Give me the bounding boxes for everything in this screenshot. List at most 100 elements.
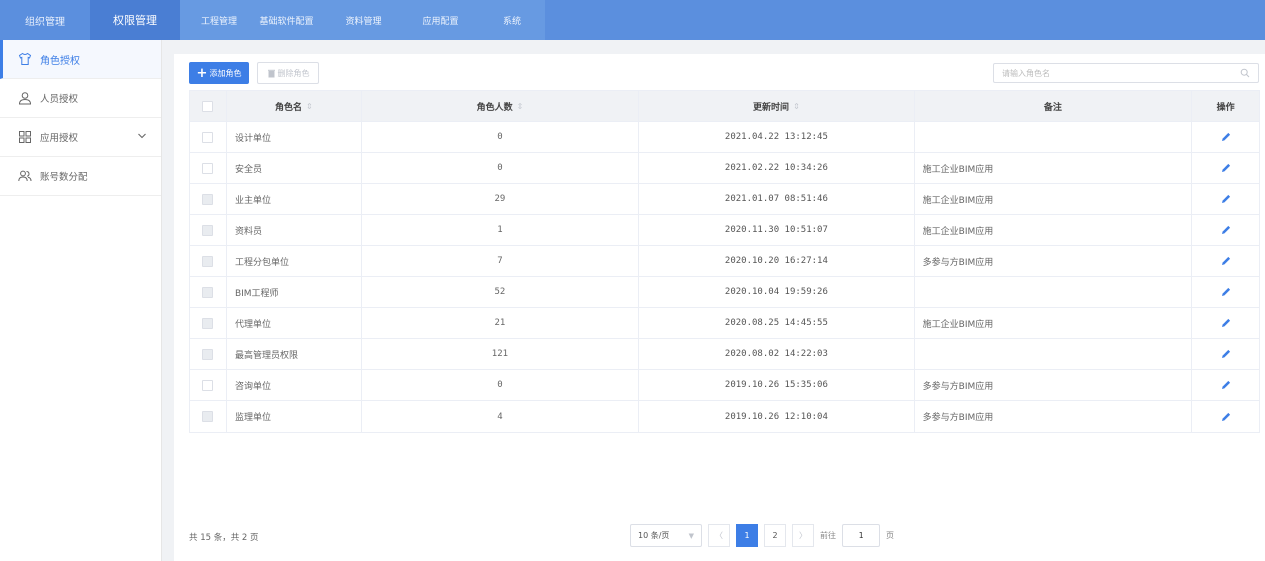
nav-app-config[interactable]: 应用配置 bbox=[402, 0, 479, 40]
row-checkbox[interactable] bbox=[202, 193, 214, 205]
edit-icon[interactable] bbox=[1220, 224, 1232, 236]
cell-role-name: 资料员 bbox=[227, 215, 362, 245]
cell-note: 施工企业BIM应用 bbox=[915, 153, 1193, 183]
cell-role-count: 0 bbox=[362, 153, 640, 183]
nav-org-management[interactable]: 组织管理 bbox=[0, 0, 90, 40]
column-header-time[interactable]: 更新时间 ⇕ bbox=[639, 91, 915, 121]
column-header-count[interactable]: 角色人数 ⇕ bbox=[362, 91, 640, 121]
next-page-button[interactable]: 〉 bbox=[792, 524, 814, 547]
row-checkbox-cell bbox=[190, 122, 227, 152]
column-header-name-label: 角色名 bbox=[274, 102, 302, 113]
edit-icon[interactable] bbox=[1220, 317, 1232, 329]
edit-icon[interactable] bbox=[1220, 193, 1232, 205]
row-checkbox[interactable] bbox=[202, 317, 214, 329]
row-checkbox-cell bbox=[190, 246, 227, 276]
cell-note: 施工企业BIM应用 bbox=[915, 308, 1193, 338]
goto-page-input[interactable] bbox=[842, 524, 880, 547]
column-header-name[interactable]: 角色名 ⇕ bbox=[227, 91, 362, 121]
pagination-total: 共 15 条，共 2 页 bbox=[189, 533, 259, 543]
column-header-note: 备注 bbox=[915, 91, 1193, 121]
edit-icon[interactable] bbox=[1220, 131, 1232, 143]
cell-role-count: 4 bbox=[362, 401, 640, 432]
chevron-left-icon: 〈 bbox=[715, 531, 723, 540]
role-search-input[interactable] bbox=[1002, 68, 1240, 78]
nav-project-management[interactable]: 工程管理 bbox=[190, 0, 248, 40]
sort-icon[interactable]: ⇕ bbox=[306, 102, 313, 111]
edit-icon[interactable] bbox=[1220, 255, 1232, 267]
edit-icon[interactable] bbox=[1220, 348, 1232, 360]
edit-icon[interactable] bbox=[1220, 379, 1232, 391]
table-row: 业主单位 29 2021.01.07 08:51:46 施工企业BIM应用 bbox=[190, 184, 1259, 215]
table-row: 监理单位 4 2019.10.26 12:10:04 多参与方BIM应用 bbox=[190, 401, 1259, 432]
cell-role-name: 安全员 bbox=[227, 153, 362, 183]
cell-op bbox=[1192, 339, 1259, 369]
cell-update-time: 2020.10.20 16:27:14 bbox=[639, 246, 915, 276]
row-checkbox[interactable] bbox=[202, 286, 214, 298]
cell-op bbox=[1192, 215, 1259, 245]
table-row: 安全员 0 2021.02.22 10:34:26 施工企业BIM应用 bbox=[190, 153, 1259, 184]
cell-op bbox=[1192, 184, 1259, 214]
cell-role-count: 52 bbox=[362, 277, 640, 307]
cell-op bbox=[1192, 308, 1259, 338]
row-checkbox[interactable] bbox=[202, 348, 214, 360]
row-checkbox[interactable] bbox=[202, 379, 214, 391]
add-role-label: 添加角色 bbox=[209, 68, 242, 78]
sort-icon[interactable]: ⇕ bbox=[517, 102, 524, 111]
row-checkbox[interactable] bbox=[202, 131, 214, 143]
users-icon bbox=[18, 169, 32, 183]
cell-role-count: 21 bbox=[362, 308, 640, 338]
top-navigation: 组织管理 权限管理 工程管理 基础软件配置 资料管理 应用配置 系统 bbox=[0, 0, 1265, 40]
table-row: BIM工程师 52 2020.10.04 19:59:26 bbox=[190, 277, 1259, 308]
cell-role-name: 咨询单位 bbox=[227, 370, 362, 400]
delete-role-label: 删除角色 bbox=[277, 68, 310, 78]
delete-role-button[interactable]: 删除角色 bbox=[257, 62, 319, 84]
sort-icon[interactable]: ⇕ bbox=[793, 102, 800, 111]
column-header-count-label: 角色人数 bbox=[476, 102, 513, 113]
sidebar-item-account-allocation[interactable]: 账号数分配 bbox=[0, 157, 161, 196]
sidebar-item-label: 账号数分配 bbox=[40, 172, 88, 183]
table-row: 最高管理员权限 121 2020.08.02 14:22:03 bbox=[190, 339, 1259, 370]
add-role-button[interactable]: + 添加角色 bbox=[189, 62, 249, 84]
sidebar-item-app-auth[interactable]: 应用授权 bbox=[0, 118, 161, 157]
prev-page-button[interactable]: 〈 bbox=[708, 524, 730, 547]
page-size-select[interactable]: 10 条/页 ▼ bbox=[630, 524, 702, 547]
edit-icon[interactable] bbox=[1220, 162, 1232, 174]
table-row: 代理单位 21 2020.08.25 14:45:55 施工企业BIM应用 bbox=[190, 308, 1259, 339]
cell-role-count: 0 bbox=[362, 122, 640, 152]
row-checkbox[interactable] bbox=[202, 162, 214, 174]
nav-system[interactable]: 系统 bbox=[479, 0, 545, 40]
shirt-icon bbox=[18, 52, 32, 66]
main-panel: + 添加角色 删除角色 角色名⇕ 角色人数⇕ 更新时间⇕ 备注 操作 设计单位 … bbox=[174, 54, 1265, 561]
toolbar: + 添加角色 删除角色 bbox=[189, 62, 319, 84]
row-checkbox[interactable] bbox=[202, 224, 214, 236]
cell-role-name: BIM工程师 bbox=[227, 277, 362, 307]
select-all-checkbox[interactable] bbox=[202, 100, 214, 112]
column-header-op: 操作 bbox=[1192, 91, 1259, 121]
nav-base-software-config[interactable]: 基础软件配置 bbox=[248, 0, 325, 40]
sidebar-item-label: 角色授权 bbox=[40, 55, 80, 67]
sidebar-item-user-auth[interactable]: 人员授权 bbox=[0, 79, 161, 118]
nav-permission-management[interactable]: 权限管理 bbox=[90, 0, 180, 40]
cell-op bbox=[1192, 153, 1259, 183]
nav-document-management[interactable]: 资料管理 bbox=[325, 0, 402, 40]
pagination: 10 条/页 ▼ 〈 1 2 〉 前往 页 bbox=[630, 524, 894, 547]
chevron-down-icon[interactable] bbox=[137, 131, 147, 141]
cell-note: 多参与方BIM应用 bbox=[915, 370, 1193, 400]
edit-icon[interactable] bbox=[1220, 411, 1232, 423]
sidebar-item-role-auth[interactable]: 角色授权 bbox=[0, 40, 161, 79]
cell-role-count: 29 bbox=[362, 184, 640, 214]
cell-update-time: 2020.11.30 10:51:07 bbox=[639, 215, 915, 245]
trash-icon bbox=[267, 69, 275, 77]
chevron-down-icon: ▼ bbox=[688, 531, 694, 540]
row-checkbox[interactable] bbox=[202, 255, 214, 267]
page-number-2[interactable]: 2 bbox=[764, 524, 786, 547]
header-checkbox-cell bbox=[190, 91, 227, 121]
row-checkbox-cell bbox=[190, 401, 227, 432]
page-number-1[interactable]: 1 bbox=[736, 524, 758, 547]
cell-role-count: 0 bbox=[362, 370, 640, 400]
row-checkbox-cell bbox=[190, 153, 227, 183]
edit-icon[interactable] bbox=[1220, 286, 1232, 298]
table-header: 角色名 ⇕ 角色人数 ⇕ 更新时间 ⇕ 备注 操作 bbox=[190, 91, 1259, 122]
row-checkbox[interactable] bbox=[202, 411, 214, 422]
search-icon[interactable] bbox=[1240, 68, 1250, 78]
